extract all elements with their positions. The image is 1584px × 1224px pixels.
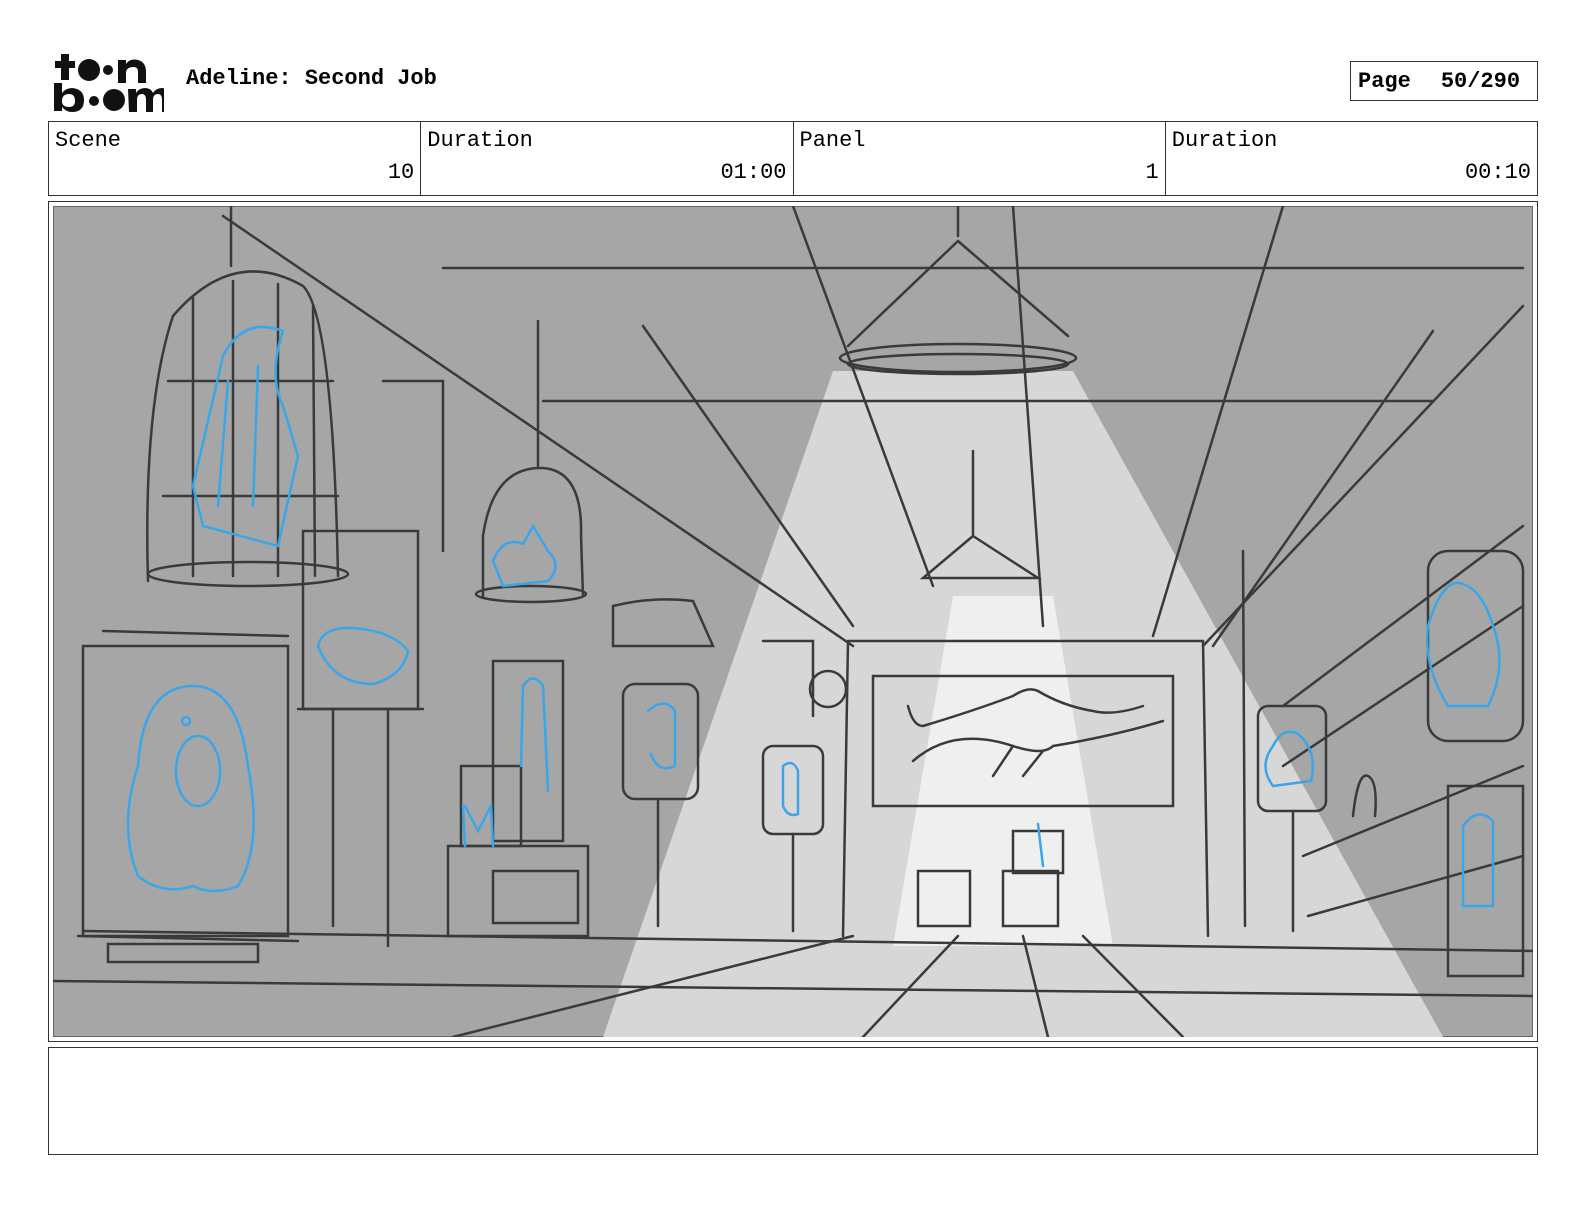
- panel-sketch: [53, 206, 1533, 1037]
- scene-label: Scene: [55, 128, 122, 153]
- page-indicator: Page 50/290: [1350, 61, 1538, 101]
- panel-duration-label: Duration: [1171, 128, 1278, 153]
- page-number: 50/290: [1440, 68, 1521, 94]
- scene-duration-label: Duration: [427, 128, 533, 153]
- panel-value: 1: [1145, 160, 1159, 185]
- scene-duration-cell: Duration 01:00: [421, 122, 794, 195]
- project-title: Adeline: Second Job: [186, 66, 437, 91]
- storyboard-panel: [48, 201, 1538, 1042]
- scene-duration-value: 01:00: [720, 160, 787, 185]
- panel-label: Panel: [799, 128, 866, 153]
- page-label: Page: [1358, 68, 1411, 94]
- toon-boom-logo: [54, 54, 164, 112]
- panel-info-row: Scene 10 Duration 01:00 Panel 1 Duration…: [48, 121, 1538, 196]
- scene-value: 10: [387, 160, 415, 185]
- panel-cell: Panel 1: [794, 122, 1166, 195]
- scene-cell: Scene 10: [49, 122, 422, 195]
- panel-duration-value: 00:10: [1464, 160, 1531, 185]
- panel-duration-cell: Duration 00:10: [1166, 122, 1537, 195]
- panel-notes-box: [48, 1047, 1538, 1155]
